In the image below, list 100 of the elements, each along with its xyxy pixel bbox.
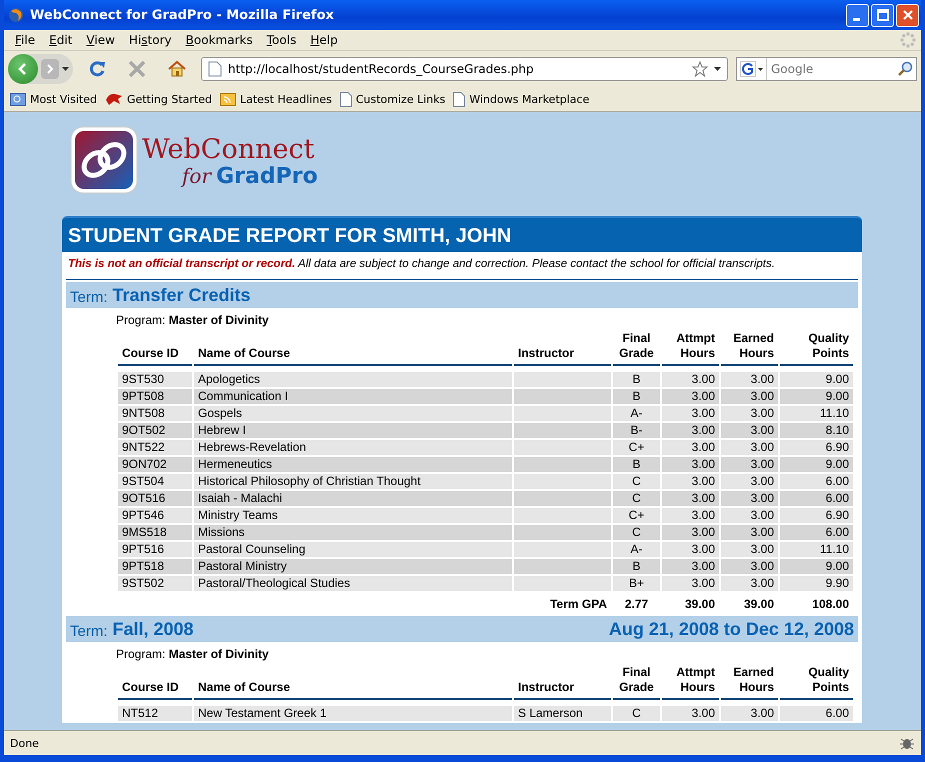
table-cell: 9MS518	[118, 525, 192, 540]
search-icon[interactable]	[897, 61, 913, 77]
menu-item[interactable]: History	[122, 33, 179, 47]
table-cell: 9NT508	[118, 406, 192, 421]
table-cell: Gospels	[194, 406, 512, 421]
table-cell: C+	[613, 508, 660, 523]
column-header: Earned Hours	[721, 329, 778, 366]
table-cell: 9PT508	[118, 389, 192, 404]
table-cell: 3.00	[721, 406, 778, 421]
column-header: Quality Points	[780, 329, 853, 366]
menu-item[interactable]: Bookmarks	[178, 33, 260, 47]
close-button[interactable]	[896, 4, 919, 26]
table-cell: 3.00	[662, 542, 719, 557]
table-cell: B	[613, 457, 660, 472]
table-cell: 6.00	[780, 525, 853, 540]
linked-rings-logo-icon	[70, 126, 138, 194]
total-cell-text: 39.00	[684, 596, 716, 612]
table-cell: B	[613, 389, 660, 404]
column-header: Final Grade	[613, 329, 660, 366]
table-cell: 3.00	[721, 474, 778, 489]
logo-product: GradPro	[216, 164, 318, 189]
dropdown-icon[interactable]	[714, 67, 721, 71]
menu-item[interactable]: File	[8, 33, 42, 47]
table-cell: 9NT522	[118, 440, 192, 455]
menu-item[interactable]: View	[79, 33, 122, 47]
table-cell: Hebrew I	[194, 423, 512, 438]
table-cell: Missions	[194, 525, 512, 540]
table-cell: 3.00	[662, 440, 719, 455]
menu-item[interactable]: Help	[303, 33, 345, 47]
table-cell: 3.00	[721, 389, 778, 404]
menu-item[interactable]: Tools	[260, 33, 304, 47]
table-cell: 9.90	[780, 576, 853, 591]
table-cell: 9PT546	[118, 508, 192, 523]
g-letter-icon	[740, 61, 756, 77]
total-cell-text: 2.77	[624, 596, 650, 612]
logo-title: WebConnect	[142, 136, 316, 164]
table-cell: 3.00	[721, 542, 778, 557]
status-text: Done	[10, 736, 39, 750]
table-cell: 3.00	[662, 491, 719, 506]
bookmark-link[interactable]: Latest Headlines	[240, 92, 332, 106]
bookmark-link[interactable]: Windows Marketplace	[469, 92, 590, 106]
search-engine-button[interactable]	[737, 58, 767, 80]
table-cell: Communication I	[194, 389, 512, 404]
home-icon[interactable]	[167, 59, 187, 79]
bookmark-link[interactable]: Most Visited	[30, 92, 97, 106]
table-cell: 6.00	[780, 474, 853, 489]
table-cell: 3.00	[662, 457, 719, 472]
table-cell: Ministry Teams	[194, 508, 512, 523]
table-cell: 3.00	[662, 559, 719, 574]
term-dates: Aug 21, 2008 to Dec 12, 2008	[608, 618, 854, 640]
column-header: Instructor	[514, 663, 611, 700]
bookmark-link[interactable]: Customize Links	[356, 92, 446, 106]
table-cell: 9.00	[780, 559, 853, 574]
page-icon	[453, 92, 466, 106]
logo-prefix: for	[182, 164, 212, 188]
search-field[interactable]: Google	[736, 57, 917, 81]
table-cell: C	[613, 525, 660, 540]
globe-icon	[8, 7, 24, 23]
table-cell: C	[613, 491, 660, 506]
table-cell: 9ST502	[118, 576, 192, 591]
table-cell: 9OT502	[118, 423, 192, 438]
bookmark-link[interactable]: Getting Started	[126, 92, 212, 106]
maximize-button[interactable]	[871, 4, 894, 26]
throbber-icon	[899, 31, 917, 49]
column-header: Name of Course	[194, 329, 512, 366]
address-field[interactable]: http://localhost/studentRecords_CourseGrades.php	[201, 57, 728, 81]
reload-icon[interactable]	[87, 59, 107, 79]
table-cell: A-	[613, 406, 660, 421]
table-cell: 3.00	[721, 457, 778, 472]
page-icon	[208, 61, 222, 77]
table-cell: 3.00	[662, 508, 719, 523]
program-label: Program:	[116, 647, 166, 661]
menu-item[interactable]: Edit	[42, 33, 80, 47]
table-cell: B	[613, 559, 660, 574]
table-cell: C+	[613, 440, 660, 455]
program-label: Program:	[116, 313, 166, 327]
table-cell: 9.00	[780, 389, 853, 404]
table-cell: 6.00	[780, 491, 853, 506]
minimize-button[interactable]	[846, 4, 869, 26]
back-button[interactable]	[8, 54, 38, 84]
column-header: Course ID	[118, 663, 192, 700]
feed-icon	[220, 92, 236, 106]
table-cell: Hebrews-Revelation	[194, 440, 512, 455]
table-cell: 9PT518	[118, 559, 192, 574]
total-cell-text: 108.00	[811, 596, 850, 612]
table-cell: 3.00	[662, 474, 719, 489]
table-cell: 3.00	[721, 525, 778, 540]
table-cell: 3.00	[662, 525, 719, 540]
table-cell: 6.90	[780, 440, 853, 455]
column-header: Attmpt Hours	[662, 663, 719, 700]
table-cell: 9ON702	[118, 457, 192, 472]
table-cell: 3.00	[721, 559, 778, 574]
dropdown-icon[interactable]	[62, 67, 69, 71]
term-name: Transfer Credits	[112, 284, 251, 306]
table-cell: 3.00	[662, 576, 719, 591]
table-cell: 3.00	[721, 491, 778, 506]
column-header: Attmpt Hours	[662, 329, 719, 366]
star-icon[interactable]	[692, 61, 708, 77]
table-cell: 8.10	[780, 423, 853, 438]
table-cell: 11.10	[780, 542, 853, 557]
